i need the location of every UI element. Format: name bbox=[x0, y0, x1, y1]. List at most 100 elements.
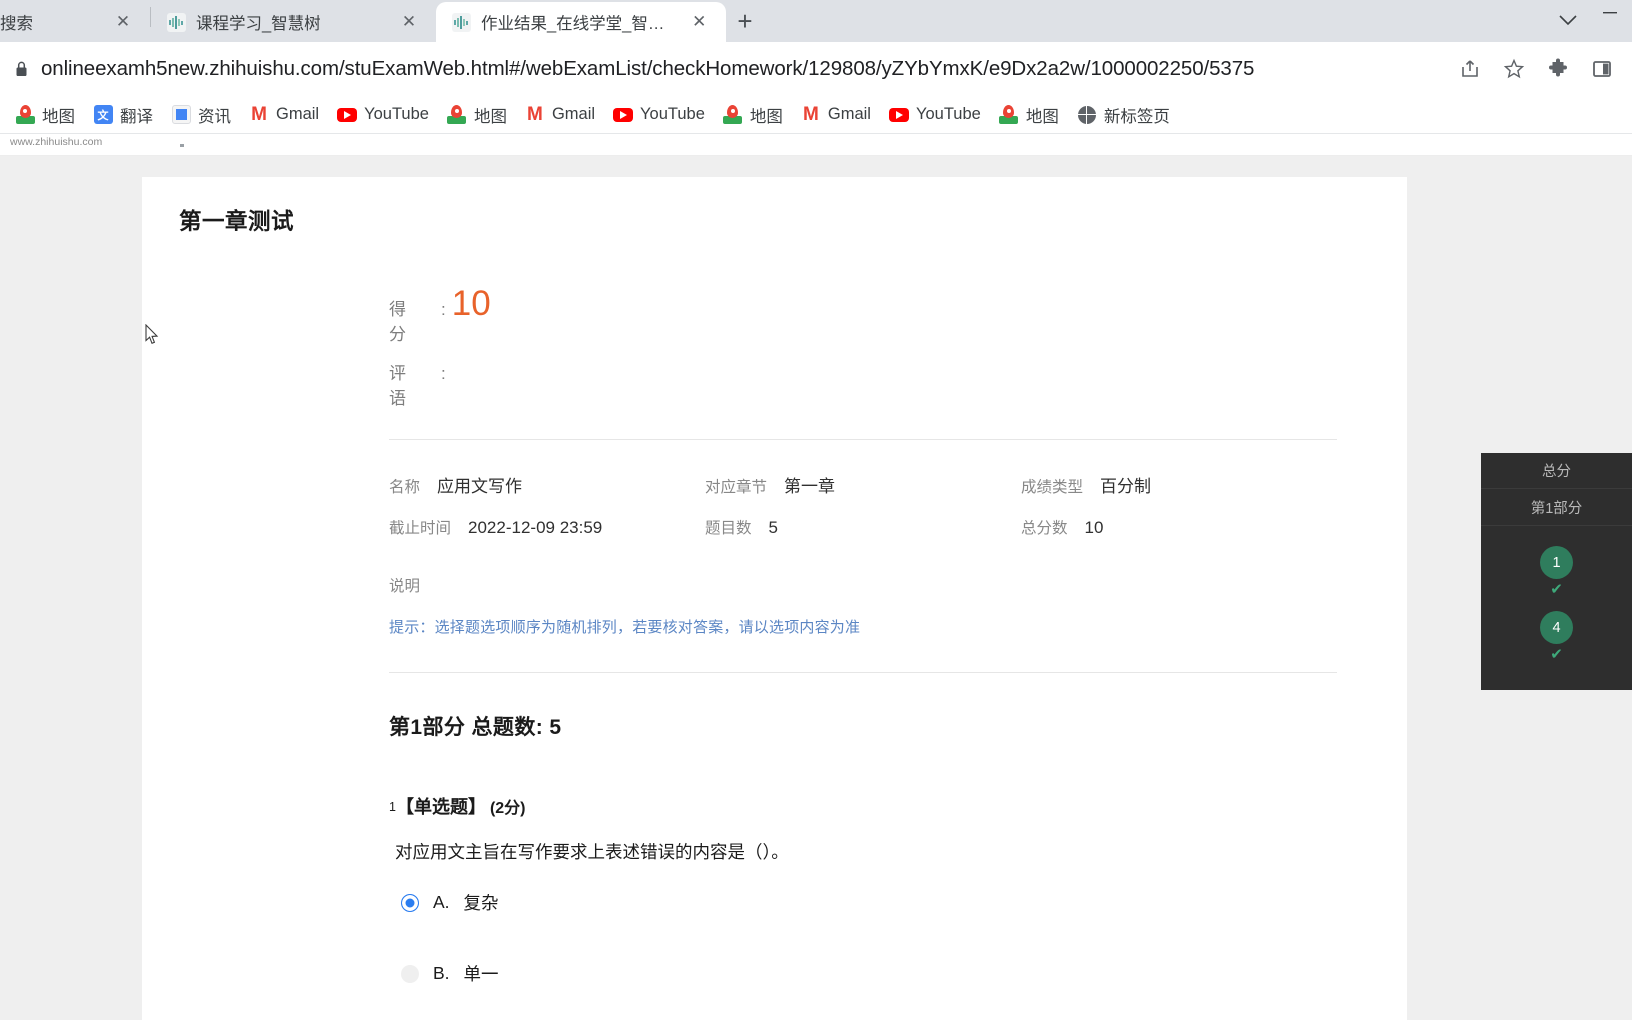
bookmark-item[interactable]: 地图 bbox=[714, 99, 792, 131]
score-colon: : bbox=[441, 300, 446, 319]
part-heading: 第1部分 总题数: 5 bbox=[389, 716, 562, 739]
bookmark-item[interactable]: 新标签页 bbox=[1068, 99, 1179, 131]
zhihuishu-icon bbox=[452, 12, 471, 32]
question-type: 【单选题】 bbox=[395, 797, 486, 817]
gmail-icon: M bbox=[802, 104, 819, 125]
meta-value: 5 bbox=[768, 518, 778, 537]
score-value: 10 bbox=[451, 284, 491, 323]
tab-title: 搜索 bbox=[0, 15, 33, 33]
bookmark-label: 新标签页 bbox=[1103, 107, 1170, 126]
meta-value: 第一章 bbox=[784, 477, 836, 496]
part-label: 第1部分 bbox=[1481, 489, 1632, 526]
bookmark-item[interactable]: M Gmail bbox=[792, 101, 880, 129]
maps-icon bbox=[15, 105, 35, 125]
question-nav-item[interactable]: 1 ✔ bbox=[1481, 546, 1632, 597]
question-points: (2分) bbox=[489, 800, 526, 817]
card-inner: 得 分 : 10 评 语 : 名称 应用文写作 对应章节 第一章 成绩类型 百分… bbox=[142, 286, 1407, 1020]
page-viewport: 第一章测试 得 分 : 10 评 语 : 名称 应用文写作 对应章节 第一章 成… bbox=[0, 156, 1632, 1020]
toolbar-actions bbox=[1450, 49, 1622, 89]
youtube-icon bbox=[337, 105, 358, 125]
tab-title: 作业结果_在线学堂_智慧树 bbox=[481, 15, 677, 33]
share-icon[interactable] bbox=[1450, 49, 1490, 89]
youtube-icon bbox=[888, 105, 909, 125]
bookmark-item[interactable]: YouTube bbox=[880, 101, 990, 129]
tab-close-icon[interactable]: ✕ bbox=[687, 9, 712, 35]
bookmark-label: 地图 bbox=[42, 107, 75, 126]
bookmark-item[interactable]: 地图 bbox=[438, 99, 516, 131]
meta-value: 百分制 bbox=[1100, 477, 1152, 496]
radio-button[interactable] bbox=[401, 964, 419, 983]
option-label: A. bbox=[433, 892, 450, 912]
chevron-down-icon[interactable] bbox=[1548, 0, 1588, 40]
score-label: 得 分 bbox=[389, 300, 439, 344]
meta-item-chapter: 对应章节 第一章 bbox=[705, 472, 1021, 497]
window-minimize-button[interactable] bbox=[1588, 6, 1632, 23]
bookmark-label: Gmail bbox=[827, 105, 871, 123]
bookmark-item[interactable]: 地图 bbox=[6, 99, 84, 131]
option-label: B. bbox=[433, 963, 450, 983]
question-index: 1 bbox=[389, 800, 396, 814]
browser-window: 搜索 ✕ 课程学习_智慧树 ✕ 作业结果_在线学堂_智慧树 ✕ + online… bbox=[0, 0, 1632, 1020]
page-top-sliver: www.zhihuishu.com bbox=[0, 134, 1632, 156]
tab-close-icon[interactable]: ✕ bbox=[110, 9, 136, 35]
meta-key: 对应章节 bbox=[705, 479, 768, 496]
bookmark-item[interactable]: 资讯 bbox=[162, 99, 240, 131]
globe-icon bbox=[1077, 105, 1097, 125]
option-b[interactable]: B. 单一 bbox=[401, 961, 1337, 986]
extensions-puzzle-icon[interactable] bbox=[1538, 49, 1578, 89]
bookmark-label: 地图 bbox=[749, 107, 783, 126]
bookmark-label: YouTube bbox=[640, 105, 705, 123]
translate-icon: 文 bbox=[93, 105, 113, 125]
bookmark-label: 资讯 bbox=[198, 107, 231, 126]
maps-icon bbox=[447, 105, 467, 125]
page-title: 第一章测试 bbox=[179, 209, 295, 234]
bookmark-label: YouTube bbox=[915, 105, 981, 123]
window-controls bbox=[1588, 0, 1632, 42]
question-number[interactable]: 4 bbox=[1540, 611, 1573, 644]
comment-label: 评 语 bbox=[389, 364, 439, 408]
option-text: 单一 bbox=[463, 964, 499, 984]
meta-grid: 名称 应用文写作 对应章节 第一章 成绩类型 百分制 截止时间 2022-12-… bbox=[389, 472, 1337, 538]
url-text[interactable]: onlineexamh5new.zhihuishu.com/stuExamWeb… bbox=[41, 57, 1254, 81]
radio-button-selected[interactable] bbox=[401, 893, 419, 912]
meta-item-total-score: 总分数 10 bbox=[1021, 516, 1337, 538]
bookmark-item[interactable]: YouTube bbox=[604, 101, 714, 129]
new-tab-button[interactable]: + bbox=[726, 2, 764, 40]
address-bar[interactable]: onlineexamh5new.zhihuishu.com/stuExamWeb… bbox=[0, 50, 1450, 88]
bookmark-label: 地图 bbox=[473, 107, 507, 126]
news-icon bbox=[171, 105, 191, 125]
bookmark-item[interactable]: 文 翻译 bbox=[84, 99, 162, 131]
tab-close-icon[interactable]: ✕ bbox=[396, 9, 422, 35]
meta-key: 成绩类型 bbox=[1021, 479, 1084, 496]
meta-item-deadline: 截止时间 2022-12-09 23:59 bbox=[389, 516, 705, 538]
tab-search[interactable]: 搜索 ✕ bbox=[0, 2, 150, 42]
section-divider-2 bbox=[389, 672, 1337, 673]
option-a[interactable]: A. 复杂 bbox=[401, 890, 1337, 915]
gmail-icon: M bbox=[527, 104, 543, 125]
check-icon: ✔ bbox=[1550, 581, 1563, 598]
question-number-list: 1 ✔ 4 ✔ bbox=[1481, 526, 1632, 662]
comment-colon: : bbox=[441, 364, 446, 383]
option-list: A. 复杂 B. 单一 C. 深刻 D. bbox=[389, 890, 1337, 1020]
side-panel-icon[interactable] bbox=[1582, 49, 1622, 89]
question-nav-item[interactable]: 4 ✔ bbox=[1481, 611, 1632, 662]
meta-key: 题目数 bbox=[705, 520, 752, 537]
tab-homework-result[interactable]: 作业结果_在线学堂_智慧树 ✕ bbox=[436, 2, 726, 42]
lock-icon bbox=[14, 60, 29, 78]
bookmark-star-icon[interactable] bbox=[1494, 49, 1534, 89]
meta-key: 截止时间 bbox=[389, 520, 452, 537]
sliver-url-text: www.zhihuishu.com bbox=[10, 136, 103, 148]
bookmark-item[interactable]: 地图 bbox=[990, 99, 1068, 131]
check-icon: ✔ bbox=[1550, 646, 1563, 663]
tab-course-study[interactable]: 课程学习_智慧树 ✕ bbox=[151, 2, 436, 42]
meta-value: 2022-12-09 23:59 bbox=[468, 518, 603, 537]
question-number[interactable]: 1 bbox=[1540, 546, 1573, 579]
bookmark-item[interactable]: M Gmail bbox=[240, 101, 328, 129]
youtube-icon bbox=[613, 105, 634, 125]
tab-title: 课程学习_智慧树 bbox=[196, 15, 321, 33]
question-nav-panel: 总分 第1部分 1 ✔ 4 ✔ bbox=[1481, 453, 1632, 690]
meta-key: 总分数 bbox=[1021, 520, 1068, 537]
bookmark-item[interactable]: M Gmail bbox=[516, 101, 604, 129]
maps-icon bbox=[999, 105, 1019, 125]
bookmark-item[interactable]: YouTube bbox=[328, 101, 438, 129]
